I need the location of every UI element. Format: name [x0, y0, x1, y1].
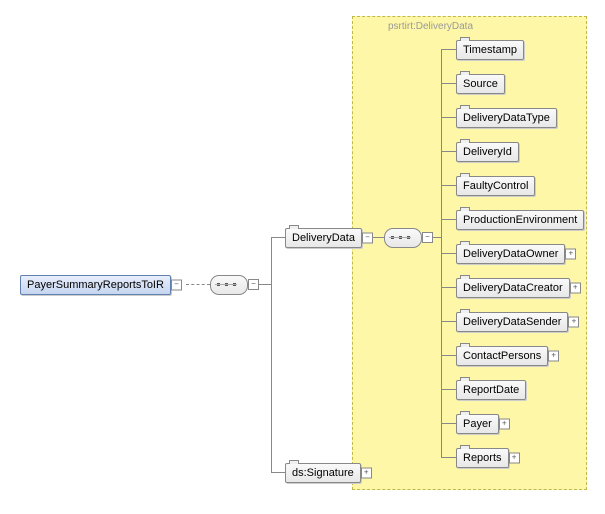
child-node-payer[interactable]: Payer+: [456, 414, 499, 434]
dd-tab: [289, 225, 299, 229]
signature-node[interactable]: ds:Signature +: [285, 463, 361, 483]
expand-icon[interactable]: +: [509, 453, 520, 464]
child-tab: [460, 71, 470, 75]
conn-child: [441, 117, 456, 118]
conn-child: [441, 423, 456, 424]
expand-icon[interactable]: +: [499, 419, 510, 430]
child-tab: [460, 241, 470, 245]
expand-icon[interactable]: +: [565, 249, 576, 260]
delivery-data-label: DeliveryData: [292, 232, 355, 244]
seq1-collapse[interactable]: −: [248, 279, 259, 290]
child-tab: [460, 139, 470, 143]
conn-seq1-vert: [271, 237, 272, 473]
child-label: Reports: [463, 452, 502, 464]
conn-child: [441, 355, 456, 356]
child-tab: [460, 377, 470, 381]
child-tab: [460, 173, 470, 177]
conn-seq2-out: [433, 237, 441, 238]
conn-child: [441, 389, 456, 390]
conn-to-dd: [271, 237, 285, 238]
child-label: FaultyControl: [463, 180, 528, 192]
child-label: ReportDate: [463, 384, 519, 396]
child-tab: [460, 37, 470, 41]
sequence-1[interactable]: −: [210, 275, 248, 295]
child-label: DeliveryDataOwner: [463, 248, 558, 260]
root-node[interactable]: PayerSummaryReportsToIR −: [20, 275, 171, 295]
conn-child: [441, 219, 456, 220]
conn-to-sig: [271, 472, 285, 473]
child-node-deliverydatasender[interactable]: DeliveryDataSender+: [456, 312, 568, 332]
conn-child: [441, 321, 456, 322]
root-label: PayerSummaryReportsToIR: [27, 279, 164, 291]
signature-label: ds:Signature: [292, 467, 354, 479]
sequence-2[interactable]: −: [384, 228, 422, 248]
child-node-contactpersons[interactable]: ContactPersons+: [456, 346, 548, 366]
expand-icon[interactable]: +: [570, 283, 581, 294]
child-label: DeliveryDataCreator: [463, 282, 563, 294]
expand-icon[interactable]: +: [548, 351, 559, 362]
conn-dd-seq2: [372, 237, 384, 238]
diagram-canvas: { "root": { "label": "PayerSummaryReport…: [0, 0, 605, 514]
child-node-reports[interactable]: Reports+: [456, 448, 509, 468]
child-node-timestamp[interactable]: Timestamp: [456, 40, 524, 60]
conn-child: [441, 49, 456, 50]
expand-icon[interactable]: +: [568, 317, 579, 328]
conn-child: [441, 457, 456, 458]
child-label: Source: [463, 78, 498, 90]
child-tab: [460, 445, 470, 449]
conn-root-seq1: [186, 284, 210, 286]
child-node-reportdate[interactable]: ReportDate: [456, 380, 526, 400]
child-node-faultycontrol[interactable]: FaultyControl: [456, 176, 535, 196]
delivery-data-node[interactable]: DeliveryData −: [285, 228, 362, 248]
conn-child: [441, 253, 456, 254]
child-node-productionenvironment[interactable]: ProductionEnvironment: [456, 210, 584, 230]
child-tab: [460, 309, 470, 313]
child-node-deliverydatatype[interactable]: DeliveryDataType: [456, 108, 557, 128]
child-label: Timestamp: [463, 44, 517, 56]
sig-expand[interactable]: +: [361, 468, 372, 479]
seq2-collapse[interactable]: −: [422, 232, 433, 243]
dd-collapse[interactable]: −: [362, 233, 373, 244]
child-tab: [460, 207, 470, 211]
conn-child: [441, 185, 456, 186]
root-collapse[interactable]: −: [171, 280, 182, 291]
child-label: Payer: [463, 418, 492, 430]
child-tab: [460, 411, 470, 415]
group-label: psrtirt:DeliveryData: [388, 21, 473, 32]
child-node-deliverydatacreator[interactable]: DeliveryDataCreator+: [456, 278, 570, 298]
child-label: DeliveryDataSender: [463, 316, 561, 328]
conn-seq1-out: [259, 284, 271, 285]
conn-child: [441, 287, 456, 288]
sig-tab: [289, 460, 299, 464]
child-tab: [460, 105, 470, 109]
child-node-deliveryid[interactable]: DeliveryId: [456, 142, 519, 162]
conn-child: [441, 83, 456, 84]
child-label: DeliveryId: [463, 146, 512, 158]
child-node-deliverydataowner[interactable]: DeliveryDataOwner+: [456, 244, 565, 264]
child-tab: [460, 275, 470, 279]
child-label: DeliveryDataType: [463, 112, 550, 124]
child-node-source[interactable]: Source: [456, 74, 505, 94]
child-label: ContactPersons: [463, 350, 541, 362]
child-tab: [460, 343, 470, 347]
conn-child: [441, 151, 456, 152]
child-label: ProductionEnvironment: [463, 214, 577, 226]
